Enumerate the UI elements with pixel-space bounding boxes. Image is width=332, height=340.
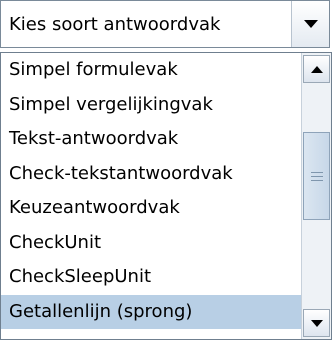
scroll-up-button[interactable] xyxy=(303,55,330,83)
vertical-scrollbar[interactable] xyxy=(301,53,331,339)
list-item[interactable]: CheckUnit xyxy=(1,226,301,261)
list-item[interactable]: Tekst-antwoordvak xyxy=(1,122,301,157)
list-item[interactable]: Simpel formulevak xyxy=(1,53,301,88)
combobox-arrow-button[interactable] xyxy=(291,1,329,47)
combobox-selected-text: Kies soort antwoordvak xyxy=(9,13,221,35)
list-item[interactable]: Getallenlijn (sprong) xyxy=(1,294,301,329)
scrollbar-thumb[interactable] xyxy=(303,131,330,221)
dropdown-list: Simpel formulevak Simpel vergelijkingvak T… xyxy=(1,53,301,339)
list-item[interactable]: CheckSleepUnit xyxy=(1,260,301,295)
dropdown-popup: Simpel formulevak Simpel vergelijkingvak T… xyxy=(0,52,332,340)
list-item[interactable]: Check-tekstantwoordvak xyxy=(1,157,301,192)
list-item[interactable]: Keuzeantwoordvak xyxy=(1,191,301,226)
list-item[interactable]: Simpel vergelijkingvak xyxy=(1,88,301,123)
grip-icon xyxy=(310,171,323,181)
scroll-down-button[interactable] xyxy=(303,309,330,337)
chevron-down-icon xyxy=(303,20,318,28)
arrow-up-icon xyxy=(310,65,323,73)
arrow-down-icon xyxy=(310,319,323,327)
answer-type-combobox[interactable]: Kies soort antwoordvak xyxy=(0,0,330,48)
